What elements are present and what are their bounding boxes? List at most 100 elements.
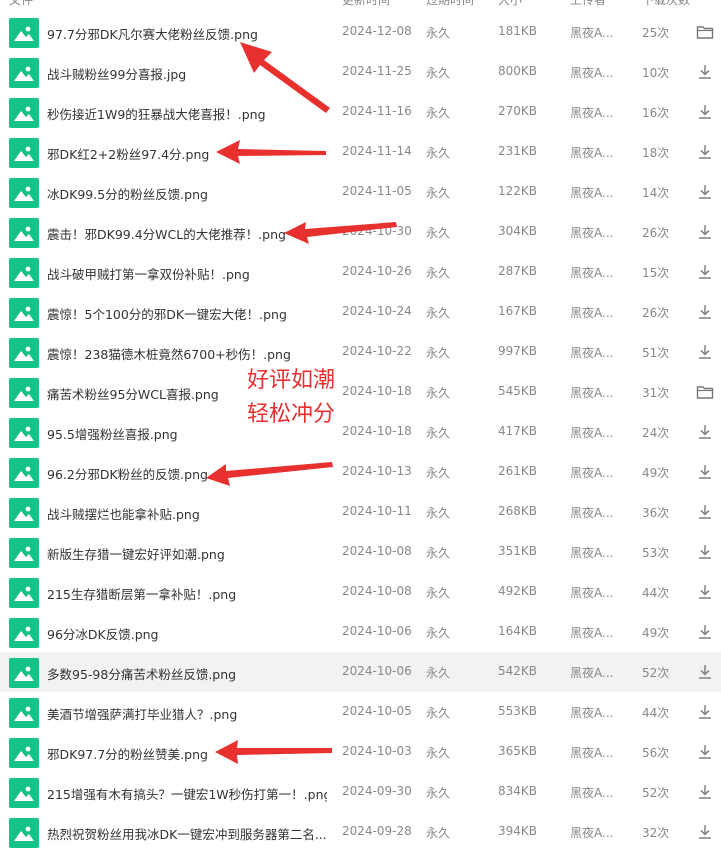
file-row[interactable]: 邪DK红2+2粉丝97.4分.png 2024-11-14 永久 231KB 黑夜A..… <box>0 132 721 172</box>
download-icon[interactable] <box>696 423 714 441</box>
col-uploader-header[interactable]: 上传者 <box>570 0 606 8</box>
file-uploader: 黑夜A... <box>570 186 614 200</box>
file-row[interactable]: 97.7分邪DK凡尔赛大佬粉丝反馈.png 2024-12-08 永久 181KB 黑夜… <box>0 12 721 52</box>
file-expire: 永久 <box>426 546 451 560</box>
file-row[interactable]: 震惊！5个100分的邪DK一键宏大佬！.png 2024-10-24 永久 167KB… <box>0 292 721 332</box>
download-icon[interactable] <box>696 583 714 601</box>
download-icon[interactable] <box>696 823 714 841</box>
file-uploader: 黑夜A... <box>570 266 614 280</box>
download-icon[interactable] <box>696 183 714 201</box>
file-row[interactable]: 新版生存猎一键宏好评如潮.png 2024-10-08 永久 351KB 黑夜A... 5… <box>0 532 721 572</box>
folder-icon[interactable] <box>696 383 714 401</box>
col-downloads-header[interactable]: 下载次数 <box>642 0 690 8</box>
file-row[interactable]: 冰DK99.5分的粉丝反馈.png 2024-11-05 永久 122KB 黑夜A...… <box>0 172 721 212</box>
download-icon[interactable] <box>696 503 714 521</box>
download-icon[interactable] <box>696 663 714 681</box>
image-file-icon <box>9 738 39 768</box>
file-updated-date: 2024-11-25 <box>342 64 412 78</box>
file-row[interactable]: 215增强有木有搞头？一键宏1W秒伤打第一！.png 2024-09-30 永久 83… <box>0 772 721 812</box>
file-name[interactable]: 95.5增强粉丝喜报.png <box>47 424 178 443</box>
download-icon[interactable] <box>696 743 714 761</box>
file-size: 122KB <box>498 184 538 198</box>
file-updated-date: 2024-11-14 <box>342 144 412 158</box>
download-icon[interactable] <box>696 623 714 641</box>
table-header: 文件 更新时间 过期时间 大小 上传者 下载次数 <box>0 0 721 9</box>
file-download-count: 26次 <box>642 306 670 320</box>
download-icon[interactable] <box>696 343 714 361</box>
file-name[interactable]: 秒伤接近1W9的狂暴战大佬喜报！.png <box>47 104 266 123</box>
annotation-text-line1: 好评如潮 <box>247 368 336 393</box>
download-icon[interactable] <box>696 223 714 241</box>
file-row[interactable]: 热烈祝贺粉丝用我冰DK一键宏冲到服务器第二名... 2024-09-28 永久 394… <box>0 812 721 852</box>
file-size: 542KB <box>498 664 538 678</box>
file-name[interactable]: 战斗贼粉丝99分喜报.jpg <box>47 64 186 83</box>
file-name[interactable]: 震击！邪DK99.4分WCL的大佬推荐！.png <box>47 224 286 243</box>
download-icon[interactable] <box>696 103 714 121</box>
file-size: 997KB <box>498 344 538 358</box>
file-name[interactable]: 战斗破甲贼打第一拿双份补贴！.png <box>47 264 250 283</box>
file-row[interactable]: 美酒节增强萨满打毕业猎人？.png 2024-10-05 永久 553KB 黑夜A...… <box>0 692 721 732</box>
file-expire: 永久 <box>426 346 451 360</box>
download-icon[interactable] <box>696 703 714 721</box>
file-name[interactable]: 215生存猎断层第一拿补贴！.png <box>47 584 236 603</box>
file-name[interactable]: 215增强有木有搞头？一键宏1W秒伤打第一！.png <box>47 784 327 803</box>
file-name[interactable]: 邪DK红2+2粉丝97.4分.png <box>47 144 209 163</box>
file-updated-date: 2024-10-22 <box>342 344 412 358</box>
download-icon[interactable] <box>696 303 714 321</box>
file-name[interactable]: 美酒节增强萨满打毕业猎人？.png <box>47 704 237 723</box>
file-uploader: 黑夜A... <box>570 226 614 240</box>
file-download-count: 26次 <box>642 226 670 240</box>
file-name[interactable]: 新版生存猎一键宏好评如潮.png <box>47 544 225 563</box>
file-name[interactable]: 热烈祝贺粉丝用我冰DK一键宏冲到服务器第二名... <box>47 824 327 843</box>
file-updated-date: 2024-09-28 <box>342 824 412 838</box>
file-row[interactable]: 震惊！238猫德木桩竟然6700+秒伤！.png 2024-10-22 永久 997K… <box>0 332 721 372</box>
file-row[interactable]: 215生存猎断层第一拿补贴！.png 2024-10-08 永久 492KB 黑夜A..… <box>0 572 721 612</box>
download-icon[interactable] <box>696 63 714 81</box>
file-row[interactable]: 战斗贼粉丝99分喜报.jpg 2024-11-25 永久 800KB 黑夜A... 10次 <box>0 52 721 92</box>
download-icon[interactable] <box>696 783 714 801</box>
file-row[interactable]: 痛苦术粉丝95分WCL喜报.png 2024-10-18 永久 545KB 黑夜A...… <box>0 372 721 412</box>
file-uploader: 黑夜A... <box>570 146 614 160</box>
file-name[interactable]: 震惊！5个100分的邪DK一键宏大佬！.png <box>47 304 287 323</box>
file-download-count: 31次 <box>642 386 670 400</box>
col-size-header[interactable]: 大小 <box>498 0 522 8</box>
file-expire: 永久 <box>426 706 451 720</box>
file-size: 261KB <box>498 464 538 478</box>
annotation-text-line2: 轻松冲分 <box>247 402 336 427</box>
file-size: 417KB <box>498 424 538 438</box>
folder-icon[interactable] <box>696 23 714 41</box>
image-file-icon <box>9 458 39 488</box>
file-name[interactable]: 96分冰DK反馈.png <box>47 624 159 643</box>
col-expire-header[interactable]: 过期时间 <box>426 0 474 8</box>
file-download-count: 16次 <box>642 106 670 120</box>
file-name[interactable]: 震惊！238猫德木桩竟然6700+秒伤！.png <box>47 344 291 363</box>
file-name[interactable]: 痛苦术粉丝95分WCL喜报.png <box>47 384 219 403</box>
file-name[interactable]: 冰DK99.5分的粉丝反馈.png <box>47 184 208 203</box>
file-row[interactable]: 秒伤接近1W9的狂暴战大佬喜报！.png 2024-11-16 永久 270KB 黑夜A… <box>0 92 721 132</box>
file-download-count: 49次 <box>642 626 670 640</box>
download-icon[interactable] <box>696 263 714 281</box>
download-icon[interactable] <box>696 463 714 481</box>
file-row[interactable]: 96分冰DK反馈.png 2024-10-06 永久 164KB 黑夜A... 49次 <box>0 612 721 652</box>
file-name[interactable]: 多数95-98分痛苦术粉丝反馈.png <box>47 664 236 683</box>
file-name[interactable]: 96.2分邪DK粉丝的反馈.png <box>47 464 208 483</box>
file-row[interactable]: 96.2分邪DK粉丝的反馈.png 2024-10-13 永久 261KB 黑夜A...… <box>0 452 721 492</box>
file-name[interactable]: 战斗贼摆烂也能拿补贴.png <box>47 504 200 523</box>
col-updated-header[interactable]: 更新时间 <box>342 0 390 8</box>
file-size: 351KB <box>498 544 538 558</box>
download-icon[interactable] <box>696 143 714 161</box>
file-row[interactable]: 战斗破甲贼打第一拿双份补贴！.png 2024-10-26 永久 287KB 黑夜A..… <box>0 252 721 292</box>
file-uploader: 黑夜A... <box>570 466 614 480</box>
file-updated-date: 2024-10-26 <box>342 264 412 278</box>
file-row[interactable]: 战斗贼摆烂也能拿补贴.png 2024-10-11 永久 268KB 黑夜A... 36次 <box>0 492 721 532</box>
download-icon[interactable] <box>696 543 714 561</box>
file-expire: 永久 <box>426 186 451 200</box>
file-name[interactable]: 邪DK97.7分的粉丝赞美.png <box>47 744 208 763</box>
file-row[interactable]: 95.5增强粉丝喜报.png 2024-10-18 永久 417KB 黑夜A... 24次 <box>0 412 721 452</box>
file-name[interactable]: 97.7分邪DK凡尔赛大佬粉丝反馈.png <box>47 24 258 43</box>
file-row[interactable]: 邪DK97.7分的粉丝赞美.png 2024-10-03 永久 365KB 黑夜A...… <box>0 732 721 772</box>
file-row[interactable]: 震击！邪DK99.4分WCL的大佬推荐！.png 2024-10-30 永久 304K… <box>0 212 721 252</box>
file-row[interactable]: 多数95-98分痛苦术粉丝反馈.png 2024-10-06 永久 542KB 黑夜A.… <box>0 652 721 692</box>
col-file-header[interactable]: 文件 <box>9 0 33 8</box>
file-size: 394KB <box>498 824 538 838</box>
